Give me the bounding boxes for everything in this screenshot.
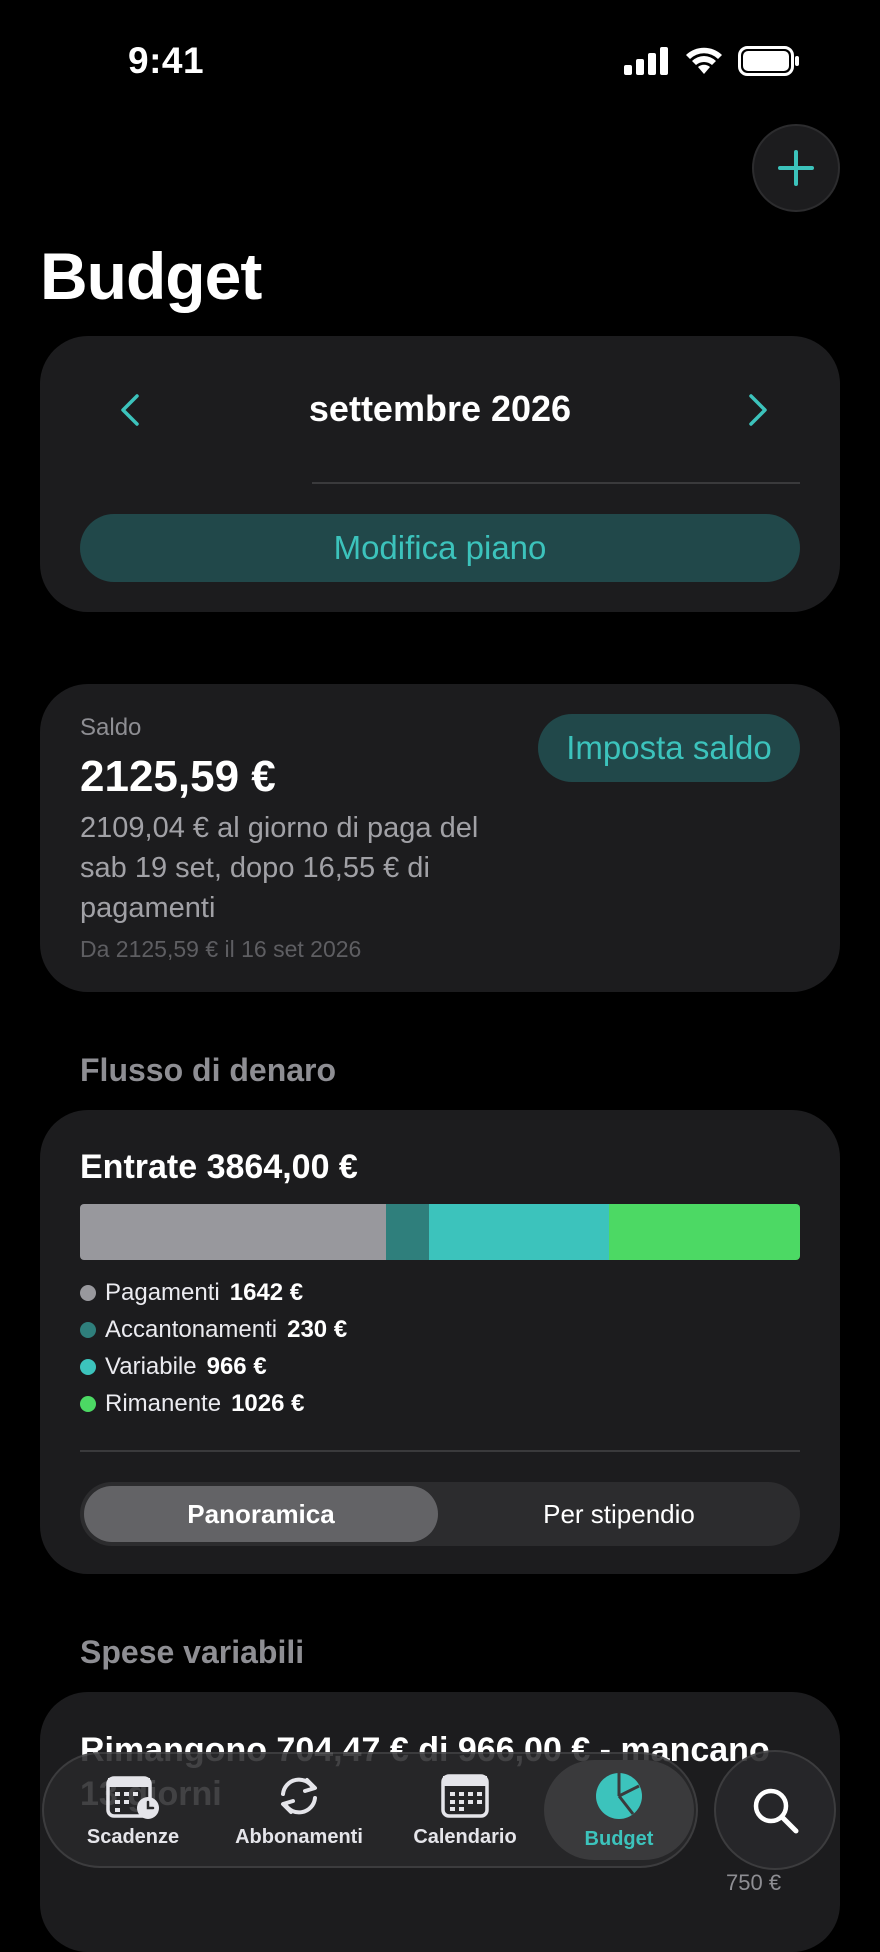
balance-label: Saldo (80, 714, 142, 741)
legend-item: Accantonamenti 230 € (80, 1311, 347, 1348)
tab-scadenze[interactable]: Scadenze (58, 1760, 208, 1860)
search-button[interactable] (714, 1750, 836, 1870)
segment-overview[interactable]: Panoramica (84, 1486, 438, 1542)
tab-label-calendario: Calendario (413, 1825, 517, 1848)
cash-flow-bar-segment (608, 1204, 800, 1260)
pie-chart-icon (596, 1772, 642, 1819)
legend-item: Pagamenti 1642 € (80, 1274, 347, 1311)
variable-spending-title: Spese variabili (80, 1634, 305, 1670)
cash-flow-divider (80, 1450, 800, 1452)
search-icon (753, 1788, 799, 1834)
income-label: Entrate 3864,00 € (80, 1148, 358, 1186)
month-label: settembre 2026 (308, 388, 572, 429)
tab-label-abbonamenti: Abbonamenti (235, 1825, 363, 1848)
cash-flow-title: Flusso di denaro (80, 1052, 337, 1088)
legend-item: Rimanente 1026 € (80, 1385, 347, 1422)
status-bar: 9:41 (0, 0, 880, 130)
legend-value: 1642 € (229, 1278, 304, 1306)
plus-icon (778, 150, 814, 186)
calendar-icon (441, 1773, 489, 1818)
legend-item: Variabile 966 € (80, 1348, 347, 1385)
cash-flow-bar-segment (80, 1204, 386, 1260)
month-selector-card: settembre 2026 Modifica piano (40, 336, 840, 612)
cash-flow-bar-segment (428, 1204, 609, 1260)
tab-calendario[interactable]: Calendario (390, 1760, 540, 1860)
status-icons (624, 46, 800, 76)
cash-flow-legend: Pagamenti 1642 € Accantonamenti 230 € Variab… (80, 1274, 347, 1422)
balance-description: 2109,04 € al giorno di paga del sab 19 s… (80, 812, 479, 924)
tab-bar: Scadenze Abbonamenti Calendario Budget (42, 1752, 698, 1868)
battery-icon (738, 46, 799, 76)
chevron-right-icon (749, 394, 767, 426)
page-title: Budget (40, 239, 262, 313)
legend-name: Pagamenti (105, 1278, 220, 1306)
tab-label-budget: Budget (584, 1827, 654, 1850)
calendar-clock-icon (106, 1775, 159, 1819)
set-balance-button[interactable]: Imposta saldo (538, 714, 800, 782)
legend-dot (80, 1321, 96, 1338)
tab-label-scadenze: Scadenze (86, 1825, 180, 1848)
add-button[interactable] (752, 124, 840, 212)
legend-name: Rimanente (105, 1389, 222, 1417)
legend-name: Accantonamenti (105, 1315, 278, 1343)
legend-value: 1026 € (231, 1389, 305, 1417)
chart-axis-label: 750 € (726, 1870, 782, 1895)
signal-icon (624, 47, 668, 75)
balance-card: Saldo 2125,59 € 2109,04 € al giorno di p… (40, 684, 840, 992)
legend-name: Variabile (105, 1352, 197, 1380)
refresh-icon (281, 1777, 317, 1814)
legend-value: 230 € (287, 1315, 348, 1343)
cash-flow-bar-segment (385, 1204, 429, 1260)
view-segmented-control: Panoramica Per stipendio (80, 1482, 800, 1546)
segment-per-paycheck[interactable]: Per stipendio (442, 1486, 796, 1542)
tab-budget[interactable]: Budget (544, 1760, 694, 1860)
wifi-icon (686, 47, 722, 74)
legend-dot (80, 1358, 96, 1375)
balance-from-note: Da 2125,59 € il 16 set 2026 (80, 936, 362, 962)
edit-plan-button[interactable]: Modifica piano (80, 514, 800, 582)
next-month-button[interactable] (728, 380, 788, 440)
status-time: 9:41 (128, 40, 205, 81)
cash-flow-card: Entrate 3864,00 € Pagamenti 1642 € Accanto… (40, 1110, 840, 1574)
legend-dot (80, 1284, 96, 1301)
balance-amount: 2125,59 € (80, 752, 276, 801)
legend-dot (80, 1395, 96, 1412)
cash-flow-bar (80, 1204, 800, 1260)
tab-abbonamenti[interactable]: Abbonamenti (224, 1760, 374, 1860)
month-divider (312, 482, 800, 484)
legend-value: 966 € (206, 1352, 267, 1380)
